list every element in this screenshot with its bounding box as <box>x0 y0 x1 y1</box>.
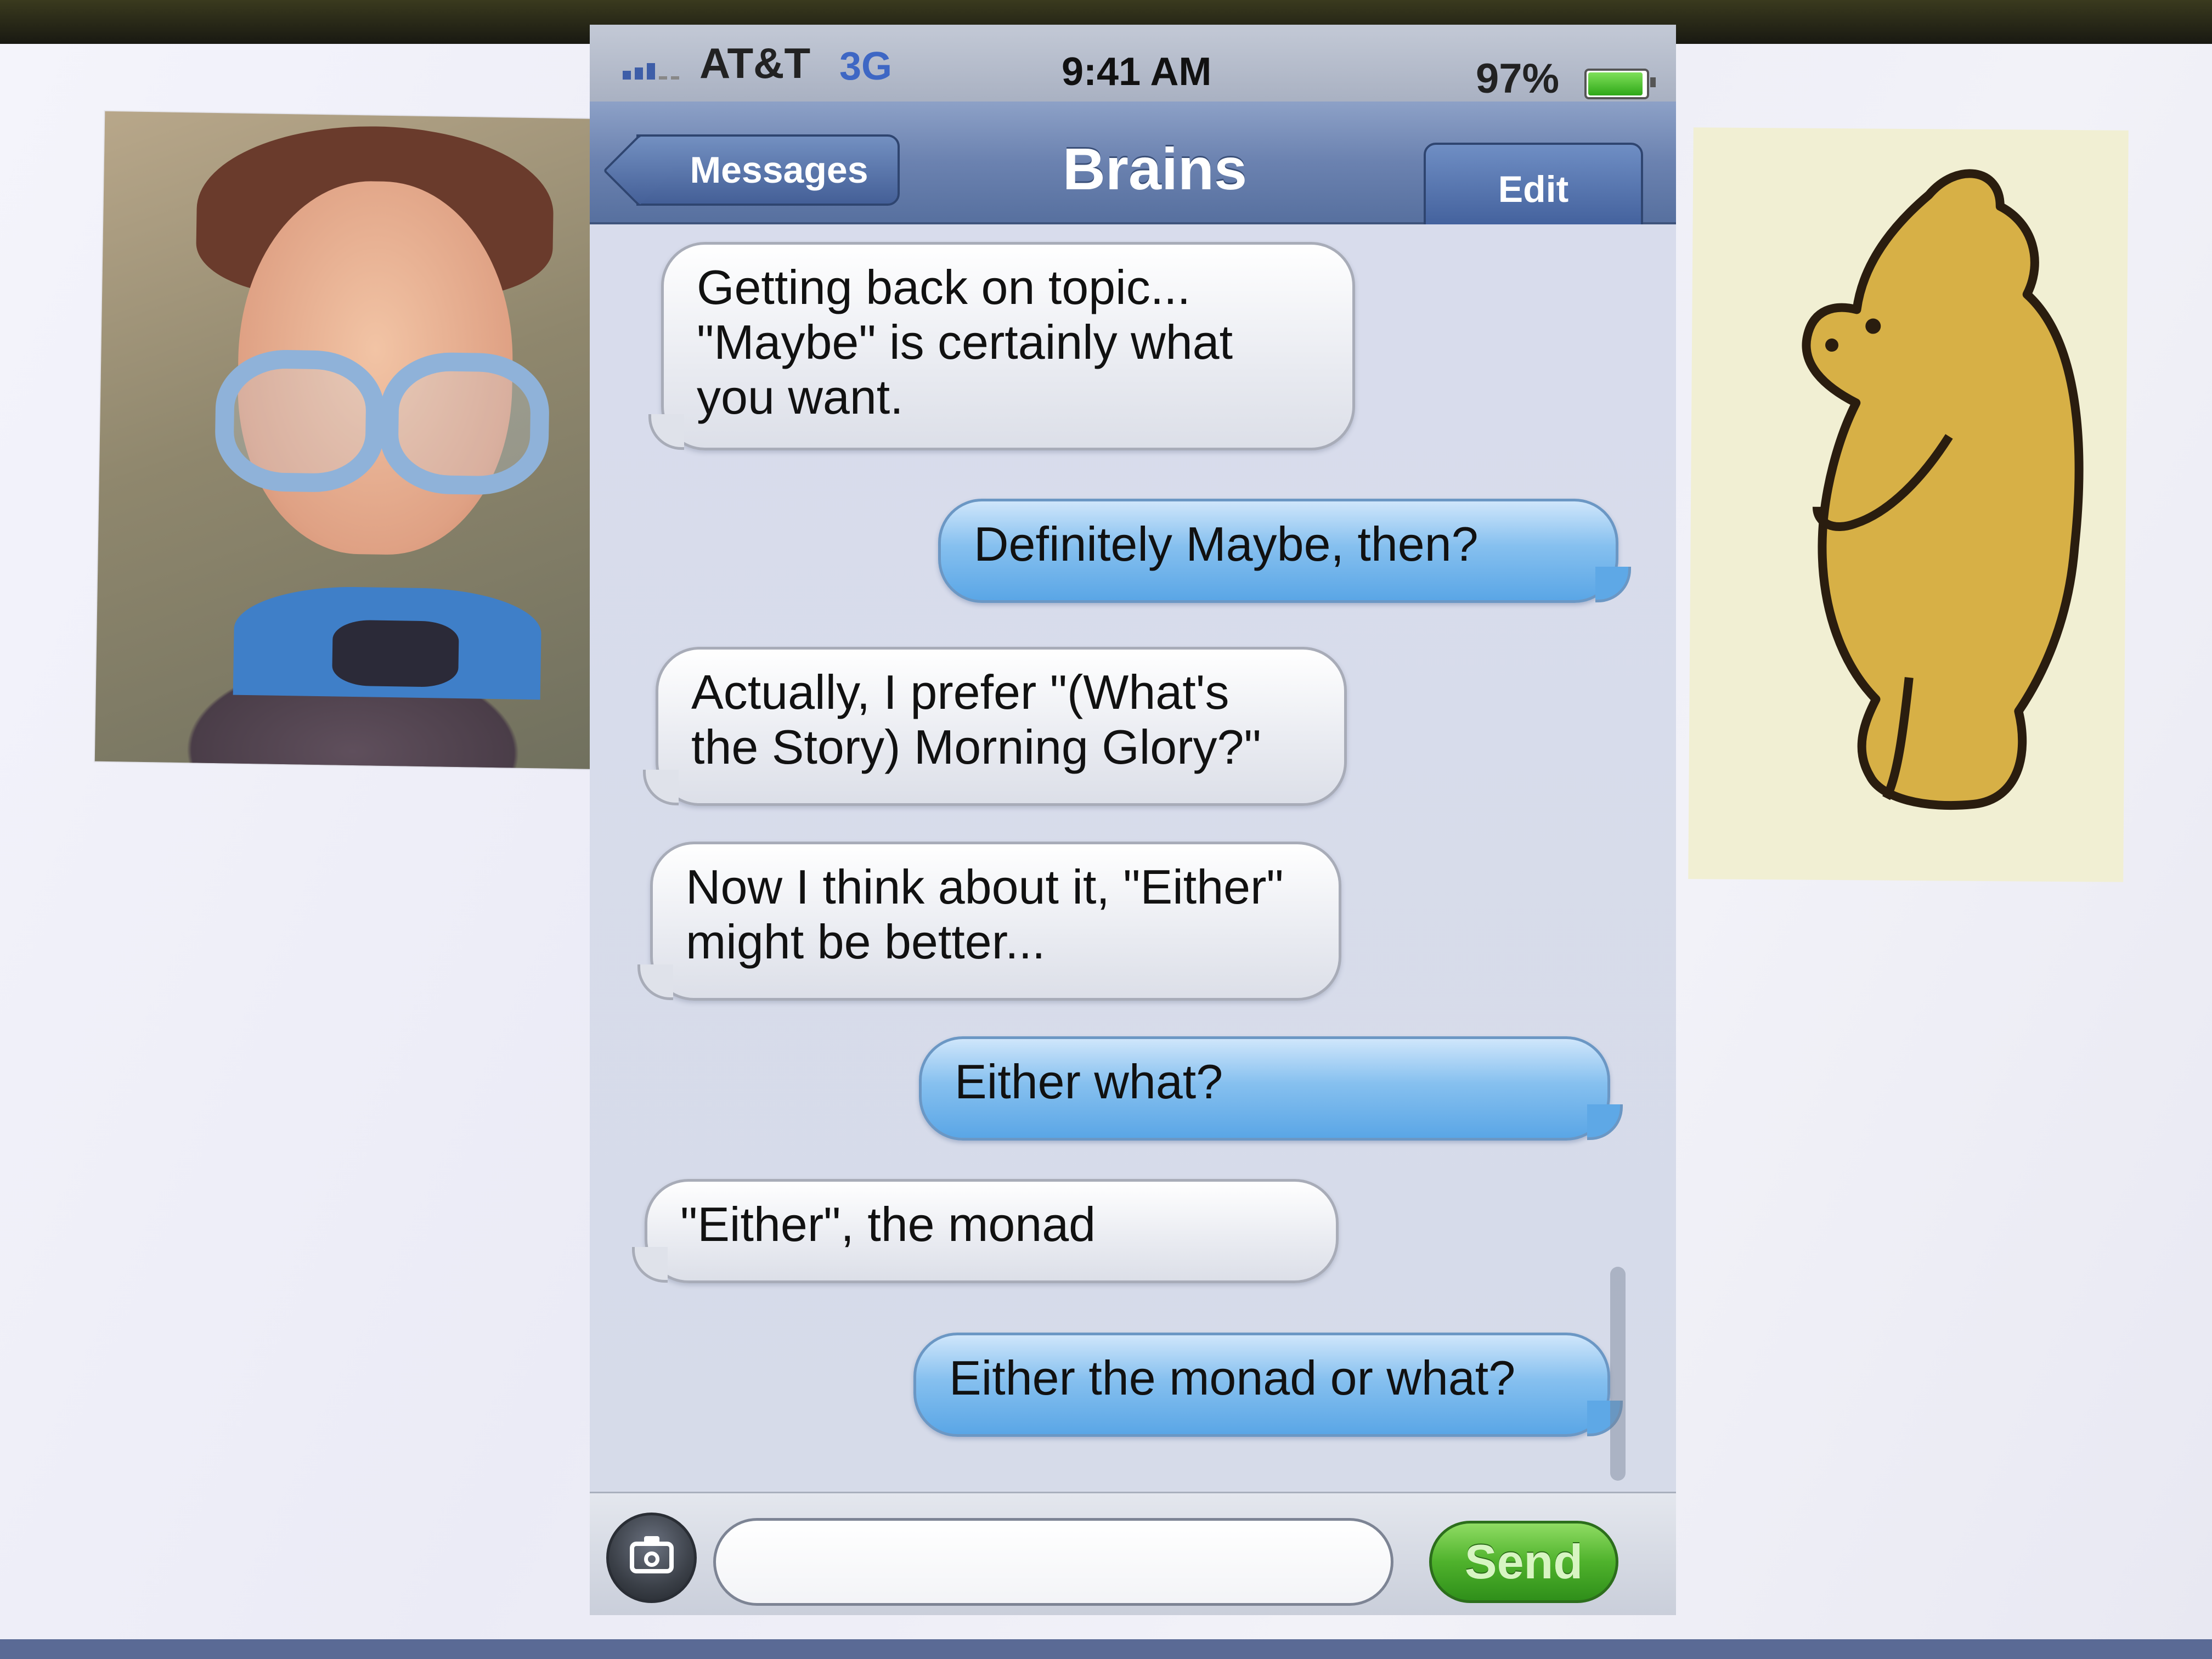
message-bubble-incoming[interactable]: Actually, I prefer "(What's the Story) M… <box>643 647 1347 806</box>
camera-icon <box>630 1536 674 1573</box>
puppet-photo <box>94 111 616 770</box>
message-bubble-incoming[interactable]: Getting back on topic... "Maybe" is cert… <box>648 242 1355 450</box>
message-bubble-outgoing[interactable]: Either what? <box>919 1036 1623 1141</box>
navigation-bar: Messages Brains Edit <box>590 101 1676 236</box>
send-button-label: Send <box>1464 1534 1583 1589</box>
message-thread[interactable]: Getting back on topic... "Maybe" is cert… <box>590 224 1676 1492</box>
edit-button[interactable]: Edit <box>1424 143 1643 236</box>
puppet-bowtie <box>331 619 459 688</box>
status-bar: AT&T 3G 9:41 AM 97% <box>590 25 1676 102</box>
scroll-indicator[interactable] <box>1610 1267 1626 1481</box>
carrier-name: AT&T <box>699 39 811 87</box>
signal-bars-icon <box>623 58 689 80</box>
taskbar-strip <box>0 1639 2212 1659</box>
bear-illustration <box>1688 127 2129 882</box>
battery-icon <box>1584 69 1656 99</box>
back-button-label: Messages <box>690 149 868 191</box>
message-bubble-outgoing[interactable]: Either the monad or what? <box>913 1333 1623 1437</box>
bear-drawing <box>1802 169 2084 810</box>
message-bubble-outgoing[interactable]: Definitely Maybe, then? <box>938 499 1631 603</box>
messages-back-button[interactable]: Messages <box>636 134 900 206</box>
message-composer: Send <box>590 1492 1676 1615</box>
conversation-title: Brains <box>1062 136 1248 202</box>
network-type: 3G <box>839 44 893 88</box>
message-bubble-incoming[interactable]: Now I think about it, "Either" might be … <box>637 842 1341 1001</box>
camera-button[interactable] <box>606 1513 697 1603</box>
glasses-lens-right <box>379 351 550 496</box>
send-button[interactable]: Send <box>1429 1521 1618 1603</box>
edit-button-label: Edit <box>1498 168 1569 210</box>
message-input[interactable] <box>713 1518 1393 1606</box>
status-time: 9:41 AM <box>1062 50 1212 94</box>
message-bubble-incoming[interactable]: "Either", the monad <box>632 1179 1339 1283</box>
battery-percentage: 97% <box>1476 55 1560 102</box>
iphone-messages-screen: AT&T 3G 9:41 AM 97% Messages Brains Edit… <box>590 25 1676 1615</box>
puppet-glasses <box>214 349 550 496</box>
glasses-lens-left <box>214 349 386 493</box>
